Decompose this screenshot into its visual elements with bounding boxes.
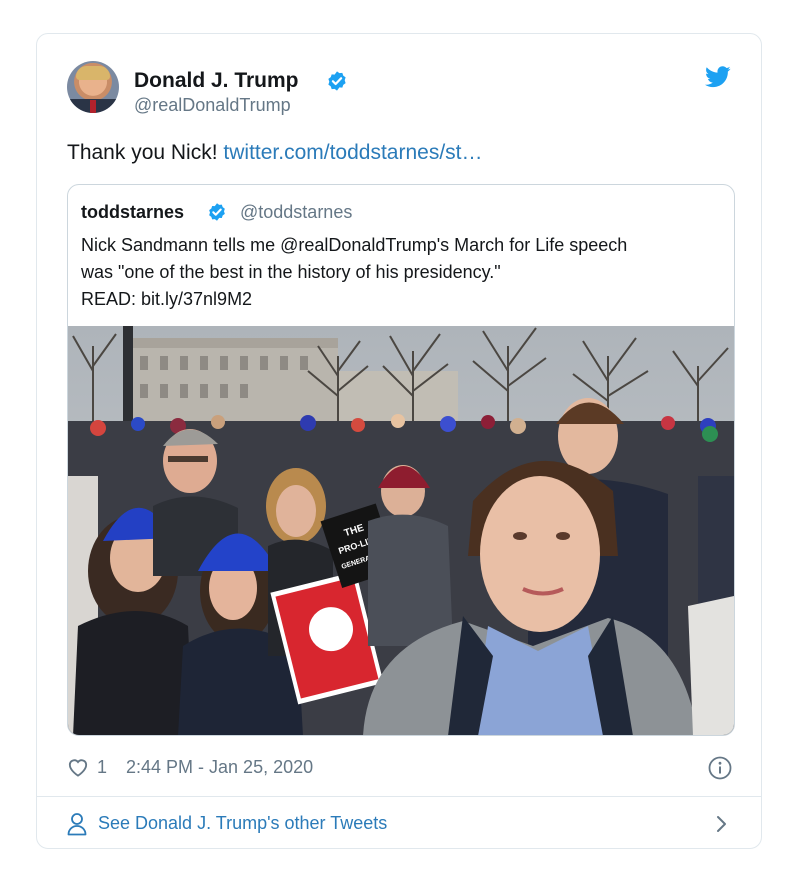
author-avatar[interactable] xyxy=(67,61,119,113)
quoted-text-line: READ: bit.ly/37nl9M2 xyxy=(81,289,253,309)
tweet-body-text: Thank you Nick! xyxy=(67,141,224,164)
person-icon xyxy=(67,813,87,836)
author-handle[interactable]: @realDonaldTrump xyxy=(134,95,291,116)
other-tweets-label[interactable]: See Donald J. Trump's other Tweets xyxy=(98,813,387,834)
footer-divider xyxy=(37,796,761,797)
info-icon[interactable] xyxy=(708,756,732,780)
chevron-right-icon xyxy=(717,816,726,832)
tweet-timestamp[interactable]: 2:44 PM - Jan 25, 2020 xyxy=(126,757,313,778)
tweet-link[interactable]: twitter.com/toddstarnes/st… xyxy=(223,141,482,164)
quoted-text-line: Nick Sandmann tells me @realDonaldTrump'… xyxy=(81,235,628,255)
quoted-tweet-photo[interactable]: THE PRO-LIFE GENERATION xyxy=(68,326,734,735)
quoted-tweet-text: Nick Sandmann tells me @realDonaldTrump'… xyxy=(81,232,731,313)
heart-icon[interactable] xyxy=(67,757,89,777)
quoted-tweet[interactable]: toddstarnes @toddstarnes Nick Sandmann t… xyxy=(67,184,735,736)
verified-badge-icon xyxy=(328,71,346,91)
verified-badge-icon xyxy=(209,203,225,221)
quoted-author-name[interactable]: toddstarnes xyxy=(81,202,184,223)
other-tweets-link[interactable]: See Donald J. Trump's other Tweets xyxy=(67,806,731,842)
quoted-text-line: was "one of the best in the history of h… xyxy=(81,262,501,282)
quoted-author-handle[interactable]: @toddstarnes xyxy=(240,202,352,223)
embedded-tweet-card: Donald J. Trump @realDonaldTrump Thank y… xyxy=(36,33,762,849)
tweet-text: Thank you Nick! twitter.com/toddstarnes/… xyxy=(67,141,483,165)
twitter-bird-icon[interactable] xyxy=(705,66,731,88)
author-name[interactable]: Donald J. Trump xyxy=(134,69,299,93)
like-count: 1 xyxy=(97,757,108,777)
